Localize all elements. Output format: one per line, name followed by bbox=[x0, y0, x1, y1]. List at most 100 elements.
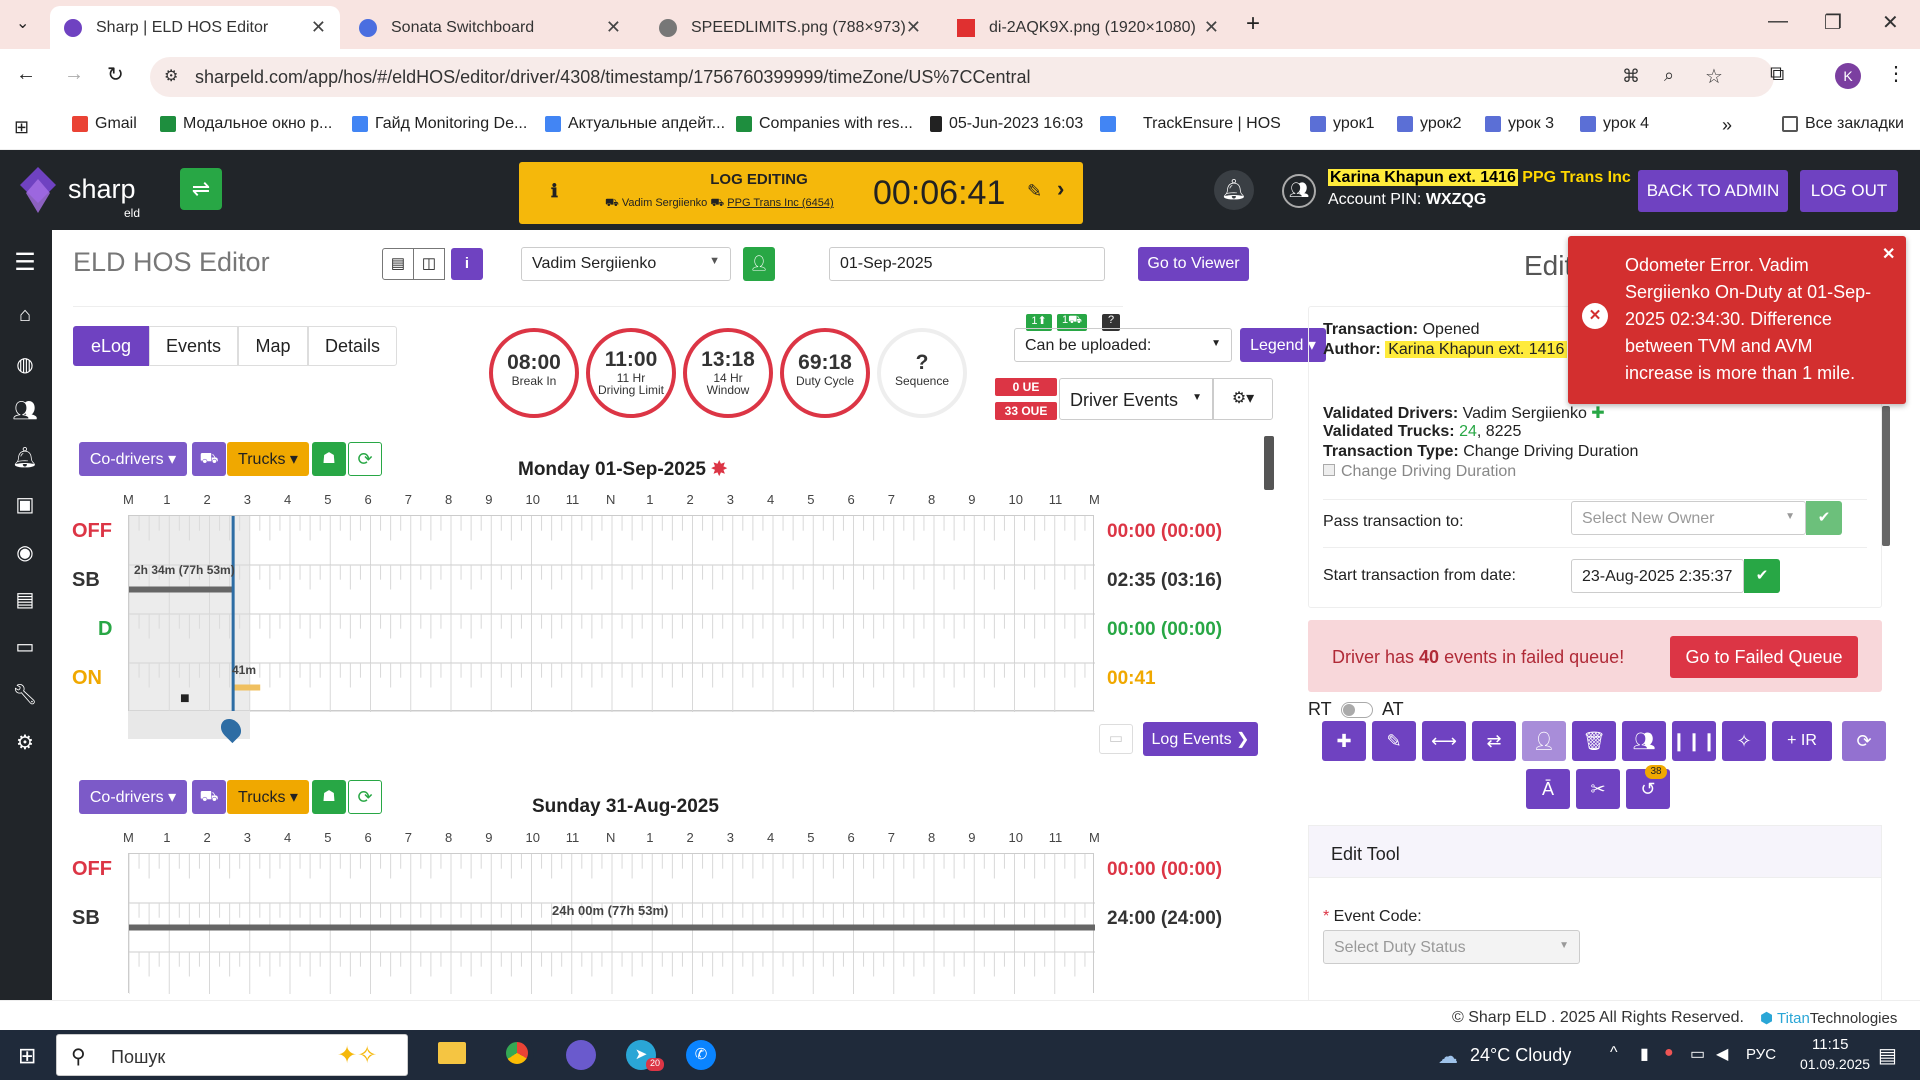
globe-icon[interactable]: ◍ bbox=[12, 352, 38, 376]
close-icon[interactable]: ✕ bbox=[311, 17, 326, 38]
log-events-button[interactable]: Log Events ❯ bbox=[1143, 722, 1258, 756]
bookmark-urok3[interactable]: урок 3 bbox=[1485, 115, 1554, 133]
new-owner-select[interactable]: Select New Owner ▼ bbox=[1571, 501, 1806, 535]
ue-badge[interactable]: 0 UE bbox=[995, 378, 1057, 396]
notifications-icon[interactable]: 🔔︎ bbox=[12, 445, 38, 469]
weather-text[interactable]: 24°C Cloudy bbox=[1470, 1045, 1571, 1066]
tab-events[interactable]: Events bbox=[149, 326, 238, 366]
tray-app-icon[interactable]: ● bbox=[1664, 1044, 1674, 1062]
start-date-field[interactable]: 23-Aug-2025 2:35:37 bbox=[1571, 559, 1744, 593]
tab-map[interactable]: Map bbox=[238, 326, 308, 366]
driver-events-select[interactable]: Driver Events ▼ bbox=[1059, 378, 1213, 420]
bookmark-urok2[interactable]: урок2 bbox=[1397, 115, 1462, 133]
phone-app-icon[interactable]: ✆ bbox=[686, 1040, 716, 1070]
hamburger-menu-icon[interactable]: ☰ bbox=[12, 248, 38, 276]
sharp-logo-icon[interactable] bbox=[18, 165, 58, 215]
trucks-button[interactable]: Trucks ▾ bbox=[227, 780, 309, 814]
close-icon[interactable]: ✕ bbox=[606, 17, 621, 38]
settings-gears-icon[interactable]: ⚙ bbox=[12, 730, 38, 754]
tray-chevron-icon[interactable]: ^ bbox=[1610, 1044, 1618, 1062]
grid-scrollbar[interactable] bbox=[1264, 436, 1274, 490]
tab-details[interactable]: Details bbox=[308, 326, 397, 366]
language-indicator[interactable]: РУС bbox=[1746, 1046, 1776, 1063]
chrome-icon[interactable] bbox=[500, 1036, 534, 1070]
notification-center-icon[interactable]: ▤ bbox=[1878, 1043, 1897, 1068]
toast-close-icon[interactable]: ✕ bbox=[1882, 244, 1895, 264]
id-card-icon[interactable]: ▭ bbox=[12, 634, 38, 658]
handshake-icon[interactable]: ⇌ bbox=[180, 168, 222, 210]
log-editing-company[interactable]: PPG Trans Inc (6454) bbox=[727, 197, 833, 209]
shift-horizontal-icon[interactable]: ⟷ bbox=[1422, 721, 1466, 761]
oue-badge[interactable]: 33 OUE bbox=[995, 402, 1057, 420]
bell-icon[interactable]: 🔔︎ bbox=[1214, 170, 1254, 210]
note-icon[interactable]: ◫ bbox=[413, 248, 445, 280]
bookmark-gmail[interactable]: Gmail bbox=[72, 115, 137, 133]
reload-icon[interactable]: ↻ bbox=[107, 62, 124, 87]
log-out-button[interactable]: LOG OUT bbox=[1800, 170, 1898, 212]
windows-start-icon[interactable]: ⊞ bbox=[18, 1043, 36, 1069]
site-info-icon[interactable]: ⚙ bbox=[164, 66, 178, 86]
bookmark-urok4[interactable]: урок 4 bbox=[1580, 115, 1649, 133]
log-grid-day2[interactable] bbox=[128, 853, 1095, 1002]
restore-icon[interactable]: ❐ bbox=[1824, 10, 1842, 35]
bookmark-date[interactable]: 05-Jun-2023 16:03 bbox=[930, 115, 1083, 133]
translate-icon[interactable]: ⌘ bbox=[1622, 66, 1640, 87]
driver-select[interactable]: Vadim Sergiienko ▼ bbox=[521, 247, 731, 281]
info-icon[interactable]: i bbox=[451, 248, 483, 280]
refresh-icon[interactable]: ⟳ bbox=[348, 780, 382, 814]
titan-logo[interactable]: ⬢ TitanTechnologies bbox=[1760, 1009, 1897, 1027]
date-field[interactable]: 01-Sep-2025 bbox=[829, 247, 1105, 281]
more-bookmarks-icon[interactable]: » bbox=[1722, 115, 1732, 136]
camera-icon[interactable]: ■ bbox=[180, 690, 190, 708]
rt-at-toggle[interactable] bbox=[1341, 702, 1373, 718]
go-to-failed-queue-button[interactable]: Go to Failed Queue bbox=[1670, 636, 1858, 678]
document-icon[interactable]: ▤ bbox=[382, 248, 414, 280]
menu-dots-icon[interactable]: ⋮ bbox=[1886, 61, 1906, 86]
tab-search-icon[interactable]: ⌄ bbox=[16, 13, 29, 33]
sync-icon[interactable]: ⟳ bbox=[1842, 721, 1886, 761]
profile-avatar[interactable]: K bbox=[1835, 63, 1861, 89]
columns-icon[interactable]: ❙❙❙ bbox=[1671, 721, 1717, 761]
confirm-owner-check-icon[interactable]: ✔ bbox=[1806, 501, 1842, 535]
duty-status-select[interactable]: Select Duty Status ▼ bbox=[1323, 930, 1580, 964]
text-format-icon[interactable]: Ā bbox=[1526, 769, 1570, 809]
all-bookmarks[interactable]: Все закладки bbox=[1782, 115, 1904, 133]
swap-icon[interactable]: ⇄ bbox=[1472, 721, 1516, 761]
clock-date[interactable]: 01.09.2025 bbox=[1800, 1056, 1870, 1072]
android-icon[interactable]: ☗ bbox=[312, 780, 346, 814]
right-scrollbar[interactable] bbox=[1882, 406, 1890, 546]
bookmark-urok1[interactable]: урок1 bbox=[1310, 115, 1375, 133]
minimize-icon[interactable]: — bbox=[1768, 10, 1788, 33]
url-field[interactable]: ⚙ sharpeld.com/app/hos/#/eldHOS/editor/d… bbox=[150, 57, 1774, 97]
bookmark-guide[interactable]: Гайд Monitoring De... bbox=[352, 115, 527, 133]
log-grid-day1[interactable] bbox=[128, 515, 1095, 713]
truck-icon[interactable]: ⛟ bbox=[192, 780, 226, 814]
add-ir-button[interactable]: + IR bbox=[1772, 721, 1832, 761]
star-icon[interactable]: ☆ bbox=[1705, 64, 1723, 89]
info-icon[interactable]: ℹ bbox=[551, 181, 558, 202]
file-explorer-icon[interactable] bbox=[438, 1042, 466, 1064]
trash-icon[interactable]: 🗑︎ bbox=[1572, 721, 1616, 761]
go-to-viewer-button[interactable]: Go to Viewer bbox=[1138, 247, 1249, 281]
tab-speedlimits[interactable]: SPEEDLIMITS.png (788×973) ✕ bbox=[645, 6, 935, 49]
apps-grid-icon[interactable]: ⊞ bbox=[14, 117, 29, 138]
close-icon[interactable]: ✕ bbox=[1204, 17, 1219, 38]
edit-icon[interactable]: ✎ bbox=[1027, 181, 1042, 202]
home-icon[interactable]: ⌂ bbox=[12, 304, 38, 326]
codrivers-button[interactable]: Co-drivers ▾ bbox=[79, 780, 187, 814]
tab-elog[interactable]: eLog bbox=[73, 326, 149, 366]
tab-di-png[interactable]: di-2AQK9X.png (1920×1080) ✕ bbox=[943, 6, 1233, 49]
new-tab-plus-icon[interactable]: + bbox=[1246, 10, 1260, 38]
bookmark-updates[interactable]: Актуальные апдейт... bbox=[545, 115, 725, 133]
users-icon[interactable]: 👥︎ bbox=[12, 398, 38, 422]
codrivers-button[interactable]: Co-drivers ▾ bbox=[79, 442, 187, 476]
android-icon[interactable]: ☗ bbox=[312, 442, 346, 476]
zoom-icon[interactable]: ⌕ bbox=[1664, 65, 1674, 86]
forward-arrow-icon[interactable]: → bbox=[64, 63, 84, 86]
back-arrow-icon[interactable]: ← bbox=[16, 63, 36, 86]
bookmark-companies[interactable]: Companies with res... bbox=[736, 115, 913, 133]
close-icon[interactable]: ✕ bbox=[906, 17, 921, 38]
clock-time[interactable]: 11:15 bbox=[1812, 1036, 1848, 1053]
bookmark-trackensure[interactable]: TrackEnsure | HOS bbox=[1100, 115, 1281, 133]
contacts-icon[interactable]: ▣ bbox=[12, 492, 38, 516]
